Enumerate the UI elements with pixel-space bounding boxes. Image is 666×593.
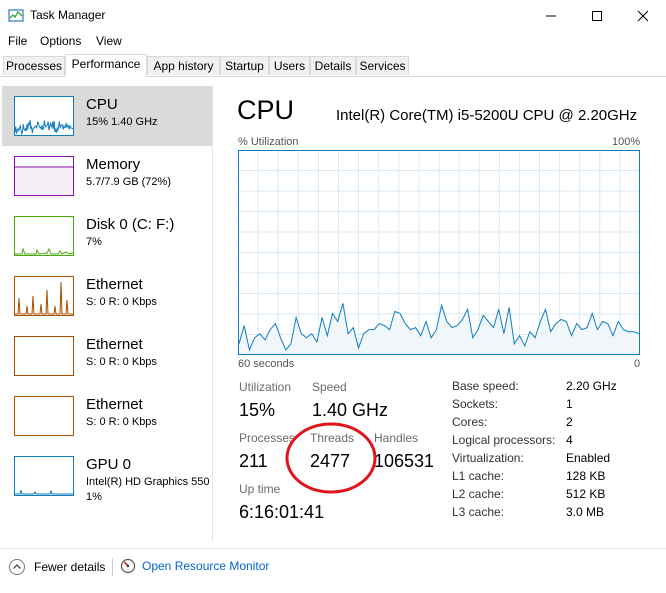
memory-thumbnail-graph (14, 156, 74, 196)
sidebar-item-detail: 5.7/7.9 GB (72%) (86, 176, 171, 188)
spec-label: Base speed: (452, 379, 519, 393)
spec-value: 128 KB (566, 469, 606, 483)
cpu-model-name: Intel(R) Core(TM) i5-5200U CPU @ 2.20GHz (336, 107, 638, 124)
uptime-value: 6:16:01:41 (239, 502, 325, 522)
tab-startup[interactable]: Startup (220, 56, 269, 75)
utilization-value: 15% (239, 400, 276, 420)
close-button[interactable] (620, 0, 666, 32)
spec-label: L3 cache: (452, 505, 505, 519)
sidebar-item-label: Ethernet (86, 336, 143, 353)
sidebar-item-label: Ethernet (86, 396, 143, 413)
gpu-thumbnail-graph (14, 456, 74, 496)
sidebar-item-ethernet-1[interactable]: Ethernet S: 0 R: 0 Kbps (2, 266, 212, 326)
sidebar-item-disk[interactable]: Disk 0 (C: F:) 7% (2, 206, 212, 266)
spec-value: 512 KB (566, 487, 606, 501)
spec-label: Virtualization: (452, 451, 524, 465)
maximize-icon (592, 11, 602, 21)
menu-file[interactable]: File (8, 34, 27, 48)
spec-label: Cores: (452, 415, 488, 429)
page-title: CPU (237, 95, 295, 125)
spec-value: 1 (566, 397, 573, 411)
graph-label-max: 100% (612, 136, 641, 148)
resource-monitor-icon (120, 558, 136, 574)
menu-options[interactable]: Options (40, 34, 81, 48)
sidebar-item-label: Memory (86, 156, 141, 173)
minimize-icon (546, 15, 556, 17)
handles-value: 106531 (374, 451, 435, 471)
uptime-label: Up time (239, 482, 281, 496)
sidebar-item-label: CPU (86, 96, 118, 113)
sidebar-item-detail-2: 1% (86, 491, 102, 503)
annotation-circle (285, 422, 377, 494)
sidebar-item-detail: 15% 1.40 GHz (86, 116, 158, 128)
ethernet-thumbnail-graph (14, 336, 74, 376)
ethernet-thumbnail-graph (14, 396, 74, 436)
spec-value: 3.0 MB (566, 505, 605, 519)
fewer-details-label: Fewer details (34, 560, 106, 574)
window-title: Task Manager (30, 8, 106, 22)
utilization-label: Utilization (239, 380, 292, 394)
sidebar-item-label: Disk 0 (C: F:) (86, 216, 175, 233)
open-resource-monitor-link[interactable]: Open Resource Monitor (120, 558, 269, 574)
tab-app-history[interactable]: App history (147, 56, 220, 75)
cpu-utilization-graph (238, 150, 640, 355)
open-resource-monitor-label: Open Resource Monitor (142, 559, 270, 573)
processes-value: 211 (239, 451, 268, 471)
sidebar-item-detail: S: 0 R: 0 Kbps (86, 296, 157, 308)
handles-label: Handles (374, 431, 419, 445)
spec-label: Sockets: (452, 397, 499, 411)
resource-list: CPU 15% 1.40 GHz Memory 5.7/7.9 GB (72%)… (2, 86, 212, 542)
spec-label: Logical processors: (452, 433, 556, 447)
graph-label-time-span: 60 seconds (238, 358, 295, 370)
tab-performance[interactable]: Performance (65, 54, 147, 77)
chevron-up-circle-icon (9, 559, 25, 575)
spec-value: 4 (566, 433, 573, 447)
sidebar-item-memory[interactable]: Memory 5.7/7.9 GB (72%) (2, 146, 212, 206)
speed-label: Speed (312, 380, 347, 394)
speed-value: 1.40 GHz (312, 400, 389, 420)
maximize-button[interactable] (574, 0, 620, 32)
footer-separator (112, 558, 113, 576)
tab-services[interactable]: Services (356, 56, 409, 75)
spec-value: 2.20 GHz (566, 379, 617, 393)
sidebar-item-gpu[interactable]: GPU 0 Intel(R) HD Graphics 550 1% (2, 446, 212, 526)
title-bar: Task Manager (0, 0, 666, 32)
spec-label: L2 cache: (452, 487, 505, 501)
sidebar-item-cpu[interactable]: CPU 15% 1.40 GHz (2, 86, 212, 146)
graph-label-zero: 0 (634, 358, 641, 370)
cpu-thumbnail-graph (14, 96, 74, 136)
ethernet-thumbnail-graph (14, 276, 74, 316)
sidebar-item-label: Ethernet (86, 276, 143, 293)
panel-divider (212, 86, 213, 542)
disk-thumbnail-graph (14, 216, 74, 256)
spec-label: L1 cache: (452, 469, 505, 483)
cpu-spec-list: Base speed: 2.20 GHz Sockets: 1 Cores: 2… (452, 379, 652, 529)
tab-users[interactable]: Users (269, 56, 310, 75)
spec-value: 2 (566, 415, 573, 429)
sidebar-item-detail: 7% (86, 236, 102, 248)
minimize-button[interactable] (528, 0, 574, 32)
fewer-details-button[interactable]: Fewer details (8, 558, 105, 576)
footer-divider (0, 548, 666, 549)
graph-label-utilization: % Utilization (238, 136, 299, 148)
task-manager-icon (8, 9, 24, 22)
sidebar-item-label: GPU 0 (86, 456, 132, 473)
tab-details[interactable]: Details (310, 56, 356, 75)
sidebar-item-detail: Intel(R) HD Graphics 550 (86, 476, 210, 488)
close-icon (637, 10, 649, 22)
tab-processes[interactable]: Processes (3, 56, 65, 75)
sidebar-item-detail: S: 0 R: 0 Kbps (86, 356, 157, 368)
sidebar-item-detail: S: 0 R: 0 Kbps (86, 416, 157, 428)
menu-view[interactable]: View (96, 34, 122, 48)
spec-value: Enabled (566, 451, 611, 465)
tab-strip: Processes Performance App history Startu… (0, 54, 666, 77)
sidebar-item-ethernet-3[interactable]: Ethernet S: 0 R: 0 Kbps (2, 386, 212, 446)
sidebar-item-ethernet-2[interactable]: Ethernet S: 0 R: 0 Kbps (2, 326, 212, 386)
